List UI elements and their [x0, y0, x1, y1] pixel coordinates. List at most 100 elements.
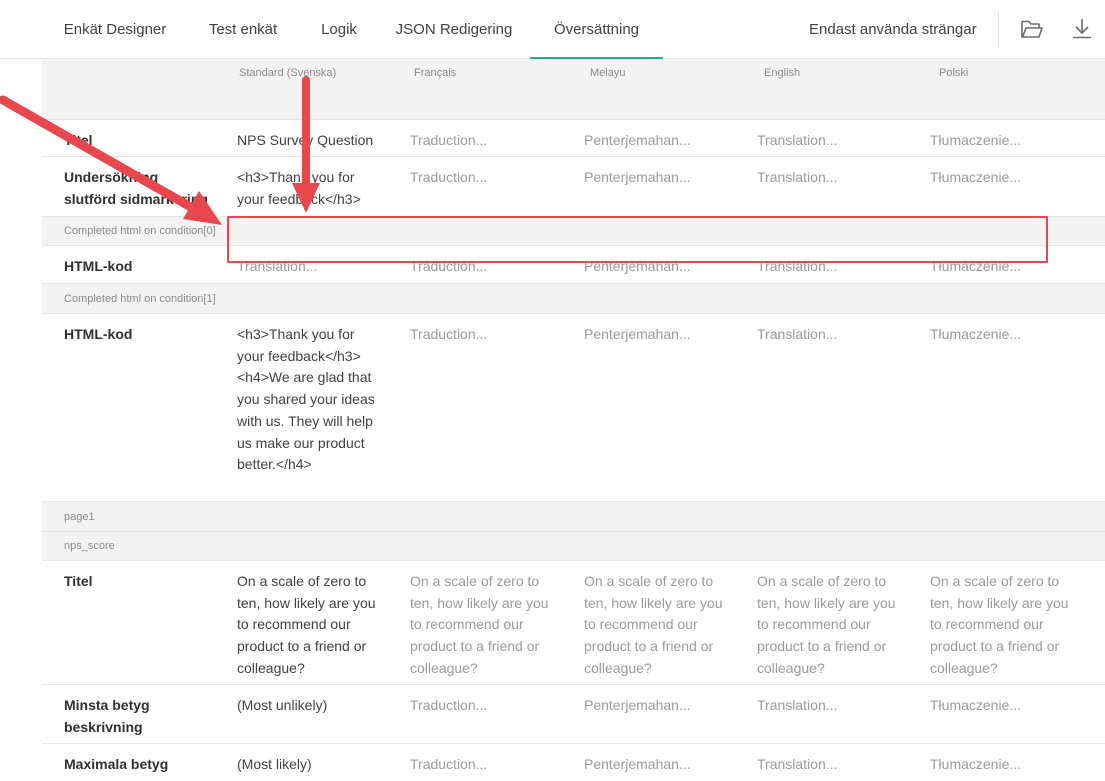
translation-cell-malay[interactable]: Penterjemahan...	[584, 324, 744, 346]
cell-text-line: (Most unlikely)	[237, 697, 328, 713]
cell-text-line: to recommend our	[237, 616, 351, 633]
translation-cell-french[interactable]: Traduction...	[410, 754, 570, 776]
translation-cell-polish[interactable]: Tłumaczenie...	[930, 324, 1090, 346]
download-icon[interactable]	[1069, 16, 1095, 42]
translation-cell-french[interactable]: Traduction...	[410, 167, 570, 189]
translation-cell-polish[interactable]: Tłumaczenie...	[930, 695, 1090, 717]
translation-cell-default[interactable]: Translation...	[237, 256, 397, 278]
cell-text-line: ten, how likely are you	[584, 594, 723, 611]
translation-cell-polish[interactable]: Tłumaczenie...	[930, 167, 1090, 189]
column-header-french: Français	[414, 67, 457, 79]
tab-survey-designer[interactable]: Enkät Designer	[42, 0, 188, 59]
table-row: Minsta betyg beskrivning (Most unlikely) Tr…	[42, 685, 1105, 744]
translation-cell-default: (Most likely)	[237, 754, 397, 776]
cell-text-line: product to a friend or	[410, 638, 540, 655]
cell-text-line: <h4>We are glad that	[237, 369, 372, 386]
translation-cell-english[interactable]: Translation...	[757, 324, 917, 346]
cell-text-line: On a scale of zero to	[237, 573, 367, 589]
translation-cell-default: On a scale of zero to ten, how likely are…	[237, 571, 397, 680]
translation-cell-french[interactable]: Traduction...	[410, 695, 570, 717]
string-name-line: Undersökning	[64, 169, 159, 185]
translation-cell-english[interactable]: Translation...	[757, 754, 917, 776]
cell-text-line: ten, how likely are you	[930, 594, 1069, 611]
translation-cell-english[interactable]: Translation...	[757, 256, 917, 278]
translation-cell-malay[interactable]: Penterjemahan...	[584, 754, 744, 776]
cell-text-line: you shared your ideas	[237, 391, 375, 408]
folder-open-icon[interactable]	[1019, 16, 1045, 42]
language-header-row: Standard (Svenska) Français Melayu Engli…	[42, 59, 1105, 101]
cell-text-line: your feedback</h3>	[237, 190, 361, 207]
cell-text-line: (Most likely)	[237, 756, 312, 772]
translation-cell-default: NPS Survey Question	[237, 130, 397, 152]
string-name-line: Minsta betyg	[64, 697, 150, 713]
cell-text-line: colleague?	[410, 659, 478, 676]
string-name-line: HTML-kod	[64, 326, 133, 342]
group-header-row: Completed html on condition[1]	[42, 284, 1105, 314]
translation-cell-malay[interactable]: Penterjemahan...	[584, 256, 744, 278]
group-header-row: page1	[42, 502, 1105, 532]
translation-cell-polish[interactable]: Tłumaczenie...	[930, 130, 1090, 152]
cell-text-line: ten, how likely are you	[237, 594, 376, 611]
string-name-line: beskrivning	[64, 718, 143, 735]
cell-text-line: colleague?	[930, 659, 998, 676]
string-name: HTML-kod	[64, 324, 224, 346]
translation-cell-default: (Most unlikely)	[237, 695, 397, 717]
translation-cell-french[interactable]: Traduction...	[410, 324, 570, 346]
cell-text-line: product to a friend or	[237, 638, 367, 655]
group-label: Completed html on condition[1]	[64, 293, 216, 305]
string-name: Titel	[64, 130, 224, 152]
string-name-line: slutförd sidmarkering	[64, 190, 208, 207]
table-row: Undersökning slutförd sidmarkering <h3>Tha…	[42, 157, 1105, 217]
column-header-default: Standard (Svenska)	[239, 67, 337, 79]
tab-test-survey[interactable]: Test enkät	[188, 0, 298, 59]
string-name: HTML-kod	[64, 256, 224, 278]
translation-cell-english[interactable]: On a scale of zero to ten, how likely are…	[757, 571, 917, 680]
cell-text-line: On a scale of zero to	[757, 573, 887, 589]
table-row: Titel On a scale of zero to ten, how likel…	[42, 561, 1105, 685]
top-toolbar: Enkät Designer Test enkät Logik JSON Red…	[0, 0, 1105, 59]
cell-text-line: better.</h4>	[237, 456, 312, 473]
cell-text-line: colleague?	[237, 659, 305, 676]
cell-text-line: to recommend our	[757, 616, 871, 633]
group-header-row: Completed html on condition[0]	[42, 217, 1105, 246]
cell-text-line: product to a friend or	[584, 638, 714, 655]
translation-cell-french[interactable]: Traduction...	[410, 130, 570, 152]
cell-text-line: <h3>Thank you for	[237, 169, 355, 185]
tab-json-editor[interactable]: JSON Redigering	[380, 0, 528, 59]
cell-text-line: your feedback</h3>	[237, 347, 361, 364]
translation-cell-french[interactable]: Traduction...	[410, 256, 570, 278]
cell-text-line: to recommend our	[584, 616, 698, 633]
translation-cell-malay[interactable]: Penterjemahan...	[584, 695, 744, 717]
translation-cell-polish[interactable]: Tłumaczenie...	[930, 256, 1090, 278]
translation-cell-polish[interactable]: On a scale of zero to ten, how likely are…	[930, 571, 1090, 680]
group-label: Completed html on condition[0]	[64, 225, 216, 237]
cell-text-line: On a scale of zero to	[584, 573, 714, 589]
tab-translation[interactable]: Översättning	[530, 0, 663, 59]
string-name-line: beskrivning	[64, 776, 224, 781]
translation-cell-default: <h3>Thank you for your feedback</h3>	[237, 167, 397, 210]
group-label: page1	[64, 511, 95, 523]
column-header-polish: Polski	[939, 67, 969, 79]
cell-text-line: with us. They will help	[237, 412, 373, 429]
cell-text-line: ten, how likely are you	[410, 594, 549, 611]
translation-cell-malay[interactable]: Penterjemahan...	[584, 167, 744, 189]
string-name-line: HTML-kod	[64, 258, 133, 274]
table-row: HTML-kod <h3>Thank you for your feedback</…	[42, 314, 1105, 502]
column-header-malay: Melayu	[590, 67, 626, 79]
toolbar-divider	[998, 12, 999, 48]
tab-logic[interactable]: Logik	[298, 0, 380, 59]
translation-cell-malay[interactable]: Penterjemahan...	[584, 130, 744, 152]
translation-cell-french[interactable]: On a scale of zero to ten, how likely are…	[410, 571, 570, 680]
translation-cell-polish[interactable]: Tłumaczenie...	[930, 754, 1090, 776]
string-name-line: Maximala betyg	[64, 756, 169, 772]
translation-cell-english[interactable]: Translation...	[757, 130, 917, 152]
cell-text-line: to recommend our	[410, 616, 524, 633]
translation-cell-english[interactable]: Translation...	[757, 695, 917, 717]
cell-text-line: ten, how likely are you	[757, 594, 896, 611]
cell-text-line: product to a friend or	[757, 638, 887, 655]
translation-cell-english[interactable]: Translation...	[757, 167, 917, 189]
group-header-row: nps_score	[42, 532, 1105, 561]
translation-cell-malay[interactable]: On a scale of zero to ten, how likely are…	[584, 571, 744, 680]
cell-text-line: On a scale of zero to	[930, 573, 1060, 589]
used-strings-only-toggle[interactable]: Endast använda strängar	[809, 0, 977, 59]
